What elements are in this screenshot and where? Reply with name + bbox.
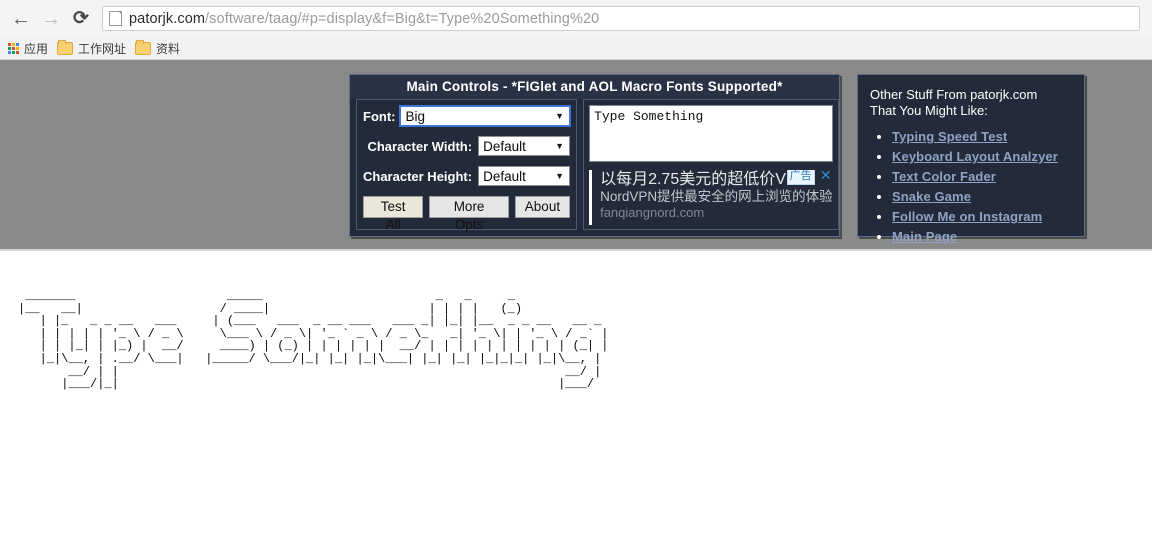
character-height-row: Character Height: Default ▼	[363, 166, 571, 186]
address-bar[interactable]: patorjk.com/software/taag/#p=display&f=B…	[102, 6, 1140, 31]
list-item: Follow Me on Instagram	[892, 208, 1076, 226]
link-snake-game[interactable]: Snake Game	[892, 189, 971, 204]
ad-url: fanqiangnord.com	[600, 205, 705, 220]
bookmark-label: 资料	[156, 41, 181, 56]
page-document-icon	[109, 11, 122, 26]
list-item: Text Color Fader	[892, 168, 1076, 186]
ad-badge: 广告	[786, 170, 815, 185]
character-height-value: Default	[483, 168, 526, 184]
button-row: Test All More Opts About	[363, 196, 571, 232]
apps-grid-icon	[8, 42, 19, 54]
other-stuff-heading-line2: That You Might Like:	[870, 103, 988, 118]
browser-chrome: ← → ⟳ patorjk.com/software/taag/#p=displ…	[0, 0, 1152, 60]
list-item: Main Page	[892, 228, 1076, 246]
back-button[interactable]: ←	[6, 4, 36, 34]
chevron-down-icon: ▼	[555, 141, 565, 151]
test-all-button[interactable]: Test All	[363, 196, 424, 232]
chevron-down-icon: ▼	[555, 171, 565, 181]
character-width-select[interactable]: Default ▼	[478, 136, 571, 156]
other-stuff-panel: Other Stuff From patorjk.com That You Mi…	[857, 74, 1085, 244]
character-width-label: Character Width:	[367, 138, 473, 154]
reload-icon: ⟳	[73, 7, 89, 29]
link-main-page[interactable]: Main Page	[892, 229, 957, 244]
bookmark-work-sites[interactable]: 工作网址	[55, 39, 133, 58]
about-button[interactable]: About	[514, 196, 571, 218]
reload-button[interactable]: ⟳	[66, 4, 96, 34]
other-stuff-heading-line1: Other Stuff From patorjk.com	[870, 87, 1038, 102]
bookmark-label: 工作网址	[78, 41, 127, 56]
folder-icon	[135, 39, 152, 55]
font-select-value: Big	[405, 108, 425, 124]
url-path: /software/taag/#p=display&f=Big&t=Type%2…	[205, 10, 600, 27]
main-controls-title: Main Controls - *FIGlet and AOL Macro Fo…	[350, 75, 839, 99]
url-host: patorjk.com	[129, 10, 206, 27]
text-input-textarea[interactable]	[589, 105, 833, 162]
ascii-art-output: _______ _____ _ _ _ |__ __| / ____| | | …	[18, 289, 609, 392]
link-text-color-fader[interactable]: Text Color Fader	[892, 169, 996, 184]
main-controls-body: Font: Big ▼ Character Width: Default ▼ C…	[350, 99, 839, 236]
font-label: Font:	[363, 108, 396, 124]
character-width-row: Character Width: Default ▼	[363, 136, 571, 156]
character-height-select[interactable]: Default ▼	[478, 166, 571, 186]
list-item: Keyboard Layout Analzyer	[892, 148, 1076, 166]
character-height-label: Character Height:	[363, 168, 473, 184]
font-select[interactable]: Big ▼	[399, 105, 572, 127]
other-stuff-links: Typing Speed Test Keyboard Layout Analzy…	[870, 128, 1076, 246]
ad-description: NordVPN提供最安全的网上浏览的体验	[600, 189, 833, 204]
bookmarks-bar: 应用 工作网址 资料	[0, 37, 1152, 60]
input-column: 广告 ✕ 以每月2.75美元的超低价VPN NordVPN提供最安全的网上浏览的…	[583, 99, 839, 230]
main-controls-panel: Main Controls - *FIGlet and AOL Macro Fo…	[349, 74, 840, 237]
forward-arrow-icon: →	[41, 7, 61, 30]
list-item: Typing Speed Test	[892, 128, 1076, 146]
page-header-band: Main Controls - *FIGlet and AOL Macro Fo…	[0, 60, 1152, 251]
bookmark-label: 应用	[24, 41, 49, 56]
close-icon[interactable]: ✕	[820, 170, 832, 182]
list-item: Snake Game	[892, 188, 1076, 206]
advertisement[interactable]: 广告 ✕ 以每月2.75美元的超低价VPN NordVPN提供最安全的网上浏览的…	[589, 170, 833, 225]
bookmark-materials[interactable]: 资料	[133, 39, 187, 58]
folder-icon	[57, 39, 74, 55]
link-follow-me-on-instagram[interactable]: Follow Me on Instagram	[892, 209, 1042, 224]
url-text: patorjk.com/software/taag/#p=display&f=B…	[129, 11, 599, 27]
bookmark-apps[interactable]: 应用	[6, 39, 55, 58]
controls-column: Font: Big ▼ Character Width: Default ▼ C…	[356, 99, 578, 232]
link-typing-speed-test[interactable]: Typing Speed Test	[892, 129, 1007, 144]
browser-toolbar: ← → ⟳ patorjk.com/software/taag/#p=displ…	[0, 0, 1152, 37]
font-row: Font: Big ▼	[363, 105, 572, 127]
forward-button[interactable]: →	[36, 4, 66, 34]
more-opts-button[interactable]: More Opts	[429, 196, 509, 232]
link-keyboard-layout-analzyer[interactable]: Keyboard Layout Analzyer	[892, 149, 1058, 164]
chevron-down-icon: ▼	[555, 111, 565, 121]
character-width-value: Default	[483, 138, 526, 154]
back-arrow-icon: ←	[11, 7, 31, 30]
